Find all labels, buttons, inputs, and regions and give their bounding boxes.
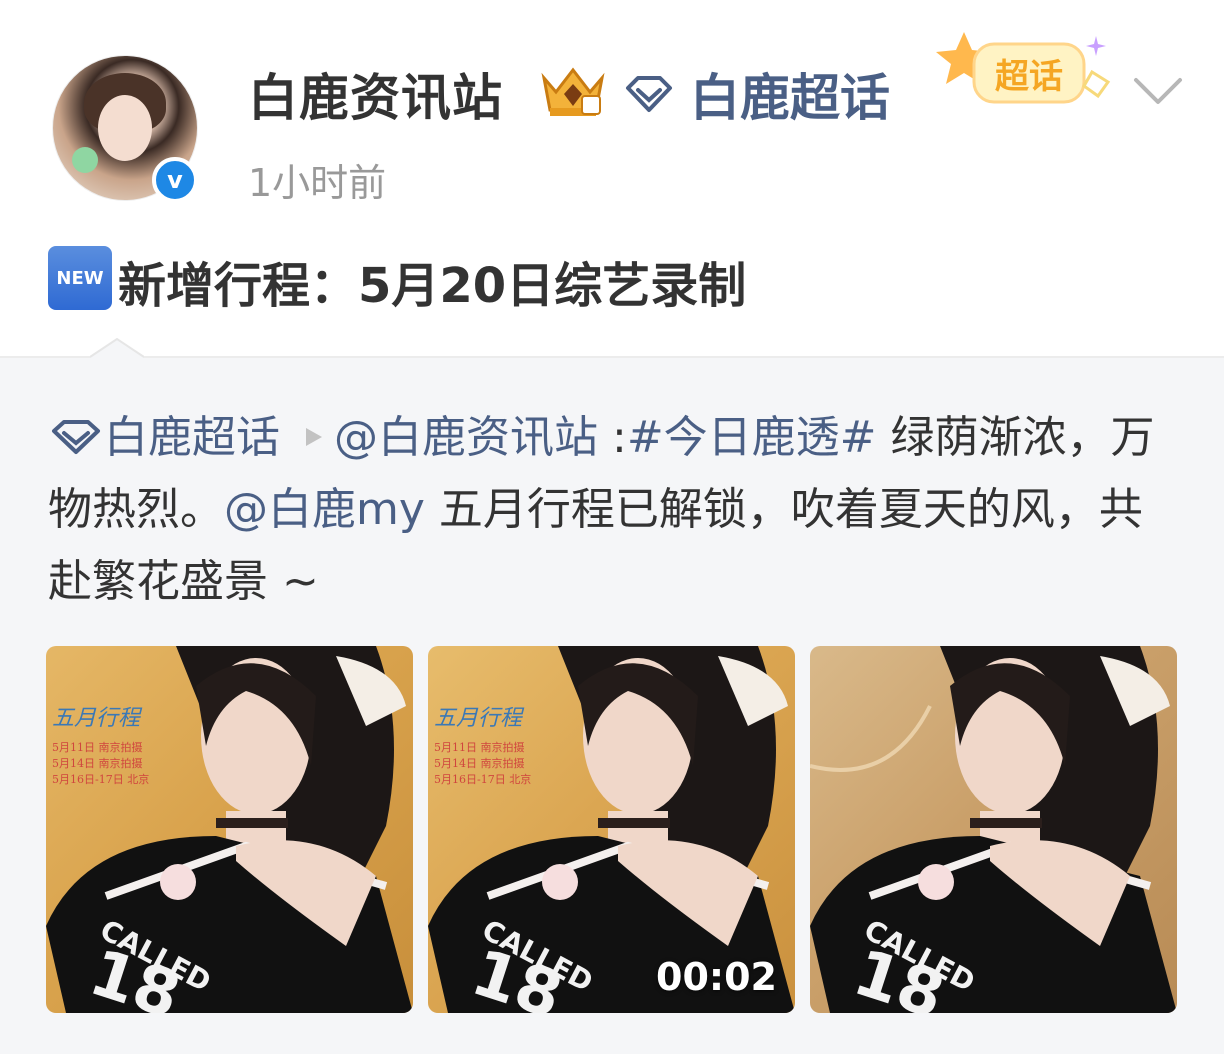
supertopic-badge-label: 超话 bbox=[995, 57, 1063, 97]
repost-image-1[interactable]: CALLED 18 五月行程 5月11日 南京拍摄 5月14日 南京拍摄 5月16日… bbox=[46, 646, 413, 1013]
video-duration: 00:02 bbox=[656, 955, 777, 999]
post-title: 新增行程：5月20日综艺录制 bbox=[118, 258, 747, 314]
repost-author-mention[interactable]: @白鹿资讯站 bbox=[334, 412, 598, 463]
supertopic-diamond-icon bbox=[52, 420, 100, 454]
star-mention[interactable]: @白鹿my bbox=[224, 484, 425, 535]
repost-video[interactable]: CALLED 18 五月行程 5月11日 南京拍摄 5月14日 南京拍摄 5月16日… bbox=[428, 646, 795, 1013]
supertopic-diamond-icon bbox=[626, 76, 672, 112]
author-name[interactable]: 白鹿资讯站 bbox=[248, 58, 503, 130]
repost-image-3[interactable]: CALLED 18 bbox=[810, 646, 1177, 1013]
photo-woman-illustration: CALLED 18 bbox=[810, 646, 1177, 1013]
post-timestamp: 1小时前 bbox=[248, 161, 387, 205]
crown-badge-icon[interactable] bbox=[538, 64, 608, 120]
image-caption-handwriting: 五月行程 bbox=[52, 706, 141, 731]
repost-separator: : bbox=[598, 412, 627, 463]
image-caption-handwriting: 五月行程 bbox=[434, 706, 523, 731]
avatar-face bbox=[98, 95, 152, 161]
play-arrow-icon bbox=[306, 428, 322, 446]
avatar-icecream bbox=[72, 147, 98, 173]
image-caption-schedule: 5月11日 南京拍摄 5月14日 南京拍摄 5月16日-17日 北京 bbox=[434, 741, 532, 786]
supertopic-badge[interactable]: 超话 bbox=[934, 30, 1124, 120]
repost-supertopic-link[interactable]: 白鹿超话 bbox=[104, 412, 280, 463]
chevron-down-icon[interactable] bbox=[1130, 72, 1186, 108]
verified-badge-icon: v bbox=[152, 157, 198, 203]
image-caption-schedule: 5月11日 南京拍摄 5月14日 南京拍摄 5月16日-17日 北京 bbox=[52, 741, 150, 786]
hashtag-link[interactable]: #今日鹿透# bbox=[627, 412, 877, 463]
new-badge: NEW bbox=[48, 246, 112, 310]
supertopic-link[interactable]: 白鹿超话 bbox=[690, 58, 890, 130]
repost-text: 白鹿超话 @白鹿资讯站 :#今日鹿透# 绿荫渐浓，万物热烈。@白鹿my 五月行程… bbox=[48, 402, 1178, 618]
author-avatar[interactable]: v bbox=[52, 55, 198, 203]
repost-notch bbox=[90, 338, 144, 358]
